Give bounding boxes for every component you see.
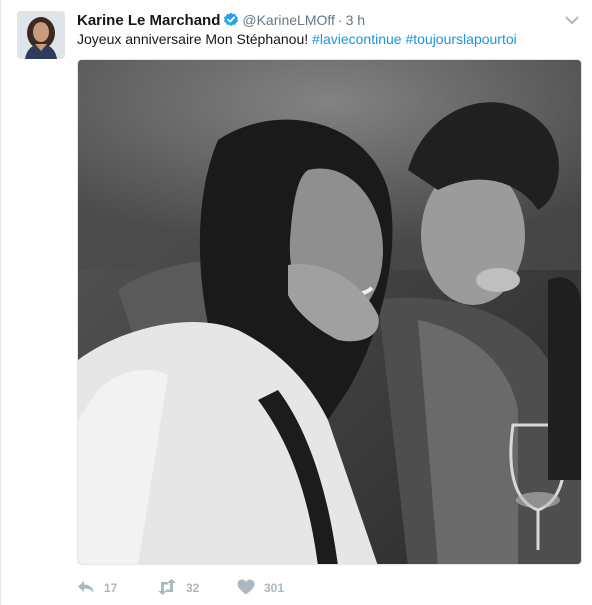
tweet-text-body: Joyeux anniversaire Mon Stéphanou!	[77, 31, 309, 47]
tweet-photo[interactable]	[77, 59, 582, 565]
tweet-header: Karine Le Marchand @KarineLMOff · 3 h	[77, 10, 365, 30]
like-button[interactable]: 301	[237, 577, 317, 599]
hashtag-link[interactable]: #laviecontinue	[312, 31, 402, 47]
tweet-actions: 17 32 301	[77, 577, 317, 599]
author-handle[interactable]: @KarineLMOff	[242, 12, 335, 28]
tweet-timestamp[interactable]: 3 h	[346, 12, 365, 28]
chevron-down-icon[interactable]	[564, 12, 580, 28]
header-separator: ·	[337, 12, 343, 28]
author-name[interactable]: Karine Le Marchand	[77, 12, 220, 29]
hashtag-link[interactable]: #toujourslapourtoi	[405, 31, 516, 47]
photo-image	[78, 60, 581, 564]
avatar-image	[17, 11, 65, 59]
like-count: 301	[264, 581, 285, 595]
reply-button[interactable]: 17	[77, 577, 157, 599]
retweet-icon	[157, 578, 177, 598]
reply-count: 17	[104, 581, 118, 595]
retweet-button[interactable]: 32	[157, 577, 237, 599]
retweet-count: 32	[186, 581, 200, 595]
reply-icon	[77, 579, 95, 598]
heart-icon	[237, 579, 255, 598]
author-avatar[interactable]	[17, 11, 65, 59]
tweet-card[interactable]: Karine Le Marchand @KarineLMOff · 3 h Joyeu…	[0, 0, 592, 605]
tweet-text: Joyeux anniversaire Mon Stéphanou! #lavi…	[77, 30, 517, 48]
